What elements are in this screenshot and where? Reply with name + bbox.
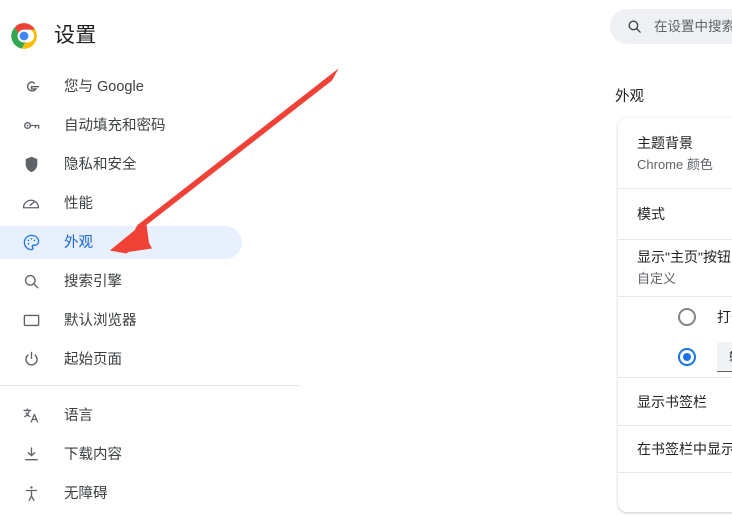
sidebar-item-label: 搜索引擎 bbox=[64, 273, 122, 290]
sidebar-item-downloads[interactable]: 下载内容 bbox=[0, 438, 300, 471]
sidebar-item-autofill-passwords[interactable]: 自动填充和密码 bbox=[0, 109, 300, 142]
row-show-bookmarks-apps[interactable]: 在书签栏中显示栏 bbox=[618, 425, 732, 472]
home-button-radio-group: 打开 输 bbox=[618, 296, 732, 377]
sidebar-item-label: 默认浏览器 bbox=[64, 312, 137, 329]
radio-option-custom-url[interactable]: 输 bbox=[618, 337, 732, 377]
row-subtitle: 自定义 bbox=[637, 270, 677, 286]
row-title: 在书签栏中显示栏 bbox=[637, 441, 732, 457]
sidebar-divider bbox=[0, 385, 300, 386]
sidebar-item-label: 下载内容 bbox=[64, 446, 122, 463]
sidebar-item-label: 起始页面 bbox=[64, 351, 122, 368]
row-title: 模式 bbox=[637, 206, 665, 222]
sidebar-item-default-browser[interactable]: 默认浏览器 bbox=[0, 304, 300, 337]
row-subtitle: Chrome 颜色 bbox=[637, 156, 713, 172]
sidebar-item-label: 语言 bbox=[64, 407, 93, 424]
sidebar-item-label: 隐私和安全 bbox=[64, 156, 137, 173]
browser-window-icon bbox=[21, 311, 41, 331]
sidebar-item-label: 无障碍 bbox=[64, 485, 108, 502]
download-icon bbox=[21, 445, 41, 465]
sidebar-item-search-engine[interactable]: 搜索引擎 bbox=[0, 265, 300, 298]
row-additional[interactable] bbox=[618, 472, 732, 512]
accessibility-icon bbox=[21, 484, 41, 504]
settings-page: 设置 您与 Google 自动填充和密码 隐私和安全 性能 外观 搜索引擎 默认… bbox=[0, 0, 732, 515]
palette-icon bbox=[21, 233, 41, 253]
search-icon bbox=[21, 272, 41, 292]
sidebar-item-privacy-security[interactable]: 隐私和安全 bbox=[0, 148, 300, 181]
shield-icon bbox=[21, 155, 41, 175]
sidebar-item-performance[interactable]: 性能 bbox=[0, 187, 300, 220]
sidebar-item-accessibility[interactable]: 无障碍 bbox=[0, 477, 300, 510]
sidebar-item-label: 外观 bbox=[64, 234, 93, 251]
appearance-section-title: 外观 bbox=[615, 89, 644, 105]
sidebar-item-label: 您与 Google bbox=[64, 78, 144, 95]
appearance-settings-card: 主题背景 Chrome 颜色 模式 显示"主页"按钮 自定义 打开 输 bbox=[618, 118, 732, 512]
search-input[interactable] bbox=[654, 19, 732, 34]
radio-button-selected[interactable] bbox=[678, 348, 696, 366]
main-content: 外观 主题背景 Chrome 颜色 模式 显示"主页"按钮 自定义 打开 bbox=[300, 0, 732, 515]
sidebar-item-languages[interactable]: 语言 bbox=[0, 399, 300, 432]
key-icon bbox=[21, 116, 41, 136]
search-settings-box[interactable] bbox=[610, 9, 732, 44]
search-icon bbox=[626, 18, 643, 35]
chrome-logo-icon bbox=[10, 22, 38, 50]
sidebar-item-you-and-google[interactable]: 您与 Google bbox=[0, 70, 300, 103]
row-title: 主题背景 bbox=[637, 134, 693, 151]
sidebar-nav: 您与 Google 自动填充和密码 隐私和安全 性能 外观 搜索引擎 默认浏览器… bbox=[0, 70, 300, 516]
power-icon bbox=[21, 350, 41, 370]
sidebar-item-appearance[interactable]: 外观 bbox=[0, 226, 242, 259]
translate-icon bbox=[21, 406, 41, 426]
row-mode[interactable]: 模式 bbox=[618, 188, 732, 239]
radio-button-unselected[interactable] bbox=[678, 308, 696, 326]
custom-url-input[interactable]: 输 bbox=[717, 342, 732, 372]
row-title: 显示书签栏 bbox=[637, 393, 707, 410]
sidebar-item-on-startup[interactable]: 起始页面 bbox=[0, 343, 300, 376]
radio-label: 打开 bbox=[717, 309, 732, 325]
row-theme[interactable]: 主题背景 Chrome 颜色 bbox=[618, 118, 732, 188]
brand-header: 设置 bbox=[0, 8, 97, 64]
sidebar-item-label: 性能 bbox=[64, 195, 93, 212]
speedometer-icon bbox=[21, 194, 41, 214]
sidebar-item-label: 自动填充和密码 bbox=[64, 117, 166, 134]
radio-option-new-tab[interactable]: 打开 bbox=[618, 297, 732, 337]
sidebar: 设置 您与 Google 自动填充和密码 隐私和安全 性能 外观 搜索引擎 默认… bbox=[0, 0, 300, 515]
row-show-bookmarks-bar[interactable]: 显示书签栏 bbox=[618, 377, 732, 425]
page-title: 设置 bbox=[54, 24, 97, 47]
google-g-icon bbox=[21, 77, 41, 97]
row-title: 显示"主页"按钮 bbox=[637, 248, 731, 265]
row-show-home-button[interactable]: 显示"主页"按钮 自定义 bbox=[618, 239, 732, 296]
